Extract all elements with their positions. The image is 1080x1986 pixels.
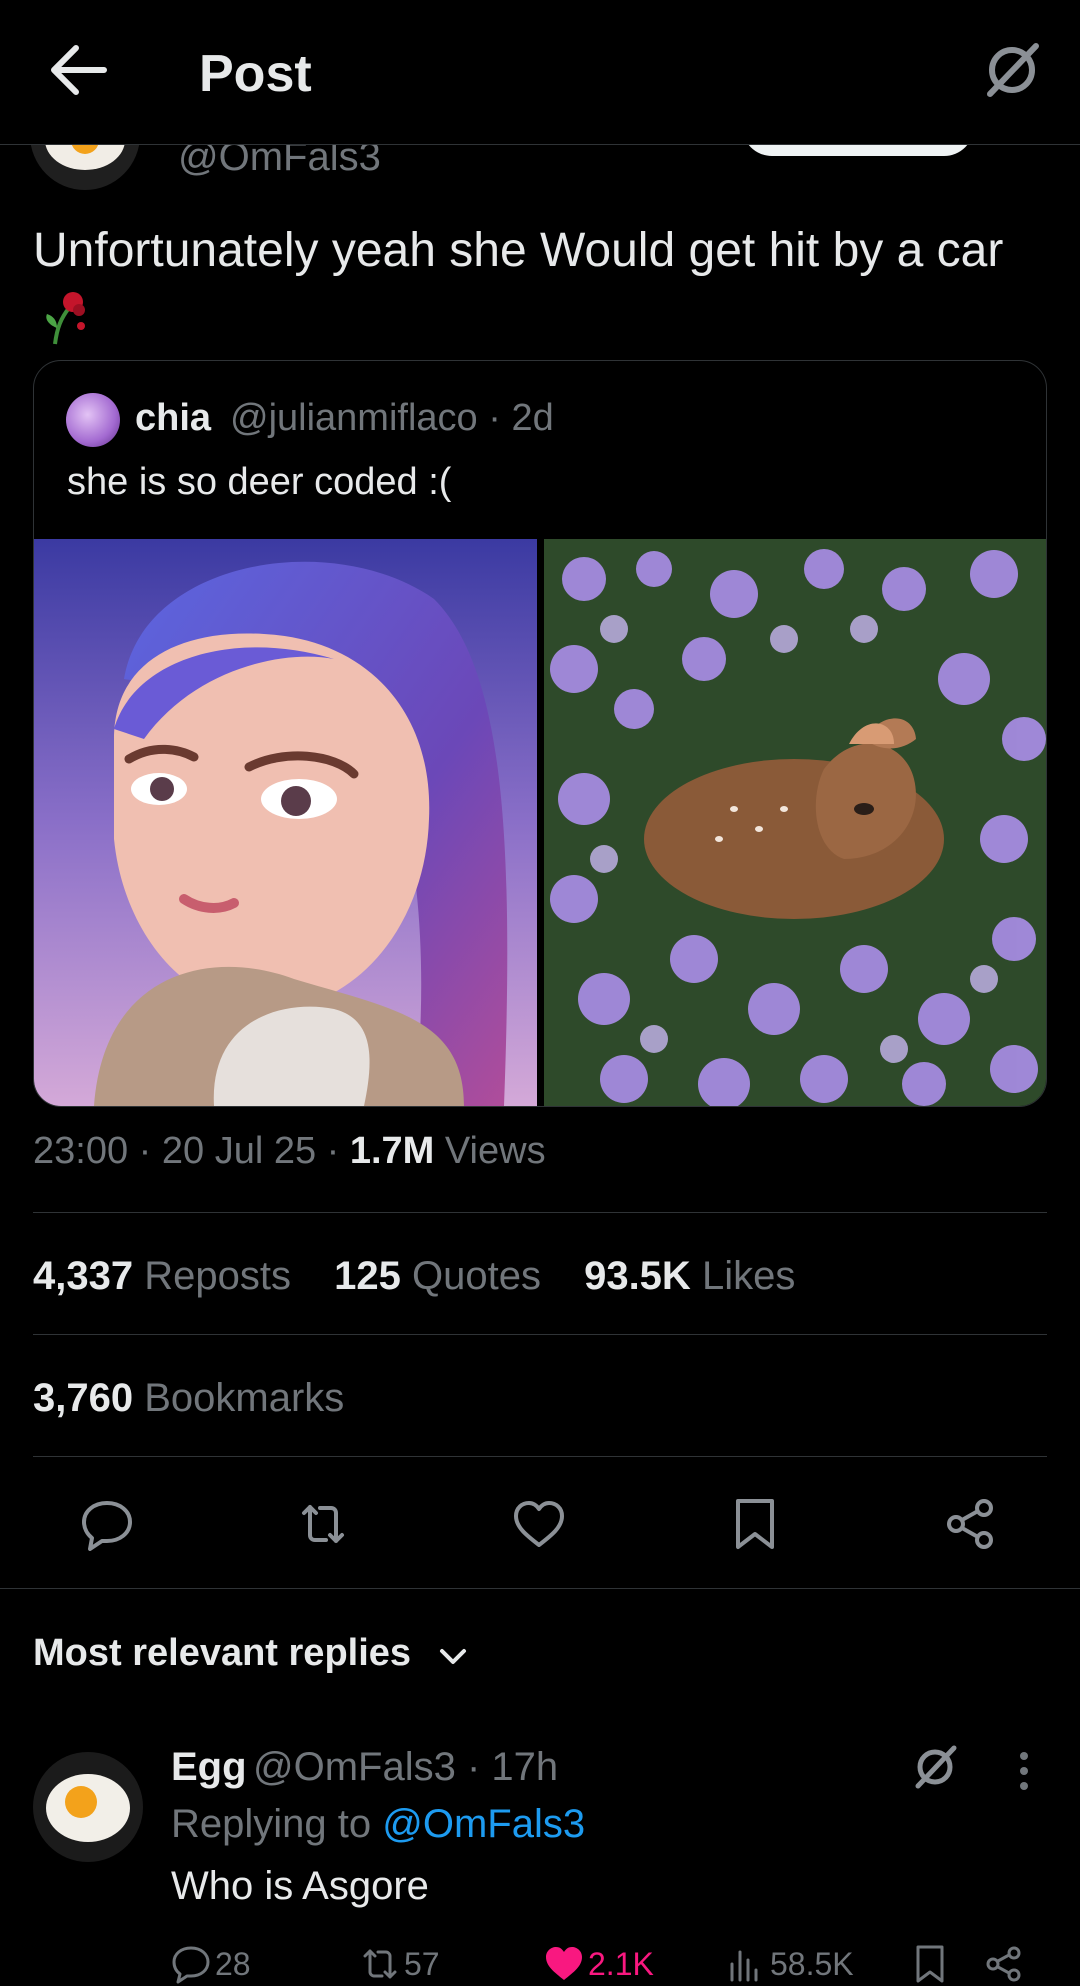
page-title: Post: [199, 45, 312, 103]
quoted-handle-time: @julianmiflaco · 2d: [230, 397, 554, 439]
grok-icon[interactable]: [980, 38, 1044, 102]
quoted-post[interactable]: chia @julianmiflaco · 2d she is so deer …: [33, 360, 1047, 1107]
divider: [0, 1588, 1080, 1589]
bookmarks-count: 3,760: [33, 1376, 134, 1420]
replies-sort-label[interactable]: Most relevant replies: [33, 1632, 411, 1675]
reply-text: Who is Asgore: [171, 1864, 429, 1908]
share-icon[interactable]: [944, 1497, 998, 1551]
bookmark-icon[interactable]: [728, 1497, 782, 1551]
replying-to: Replying to @OmFals3: [171, 1802, 585, 1847]
likes-stat[interactable]: 93.5K Likes: [584, 1254, 795, 1298]
reposts-count: 4,337: [33, 1254, 134, 1298]
divider: [33, 1456, 1047, 1457]
reply-like-count: 2.1K: [588, 1945, 654, 1982]
more-options-icon[interactable]: [1014, 1748, 1034, 1794]
quoted-name[interactable]: chia: [135, 397, 211, 440]
reposts-label: Reposts: [144, 1254, 291, 1298]
views-count[interactable]: 1.7M: [350, 1130, 434, 1172]
reply-replies-action[interactable]: 28: [171, 1942, 251, 1986]
divider: [33, 1212, 1047, 1213]
tweet-text: Unfortunately yeah she Would get hit by …: [33, 218, 1043, 350]
post-meta: 23:00 · 20 Jul 25 · 1.7M Views: [33, 1130, 546, 1173]
reply-icon[interactable]: [80, 1497, 134, 1551]
reply-repost-count: 57: [404, 1945, 440, 1982]
top-bar: Post: [0, 0, 1080, 145]
grok-icon[interactable]: [910, 1742, 960, 1792]
likes-label: Likes: [701, 1254, 796, 1298]
bookmarks-label: Bookmarks: [144, 1376, 345, 1420]
reply-like-action[interactable]: 2.1K: [544, 1942, 654, 1986]
tweet-text-content: Unfortunately yeah she Would get hit by …: [33, 224, 1004, 277]
reply-views-count: 58.5K: [770, 1945, 854, 1982]
reply-bookmark-action[interactable]: [910, 1942, 954, 1986]
bookmark-icon: [916, 1945, 944, 1983]
post-timestamp: 23:00 · 20 Jul 25 ·: [33, 1130, 350, 1172]
repost-icon[interactable]: [296, 1497, 350, 1551]
wilted-rose-emoji: [39, 288, 89, 346]
quoted-image-fawn[interactable]: [544, 539, 1046, 1106]
reply-avatar[interactable]: [33, 1752, 143, 1862]
views-icon: [730, 1950, 758, 1982]
reposts-stat[interactable]: 4,337 Reposts: [33, 1254, 291, 1298]
likes-count: 93.5K: [584, 1254, 691, 1298]
reply-share-action[interactable]: [984, 1942, 1028, 1986]
reply-repost-action[interactable]: 57: [360, 1942, 440, 1986]
engagement-stats: 4,337 Reposts 125 Quotes 93.5K Likes: [33, 1254, 827, 1299]
like-filled-icon: [546, 1947, 582, 1980]
bookmarks-stat[interactable]: 3,760 Bookmarks: [33, 1376, 344, 1420]
repost-icon: [363, 1949, 397, 1979]
bookmarks-stats: 3,760 Bookmarks: [33, 1376, 376, 1421]
quoted-avatar[interactable]: [66, 393, 120, 447]
chevron-down-icon[interactable]: [438, 1645, 468, 1669]
reply-handle-time: @OmFals3 · 17h: [253, 1745, 559, 1789]
reply-views-action[interactable]: 58.5K: [726, 1942, 854, 1986]
replying-to-prefix: Replying to: [171, 1802, 383, 1846]
quotes-label: Quotes: [411, 1254, 541, 1298]
quotes-count: 125: [334, 1254, 401, 1298]
share-icon: [986, 1946, 1021, 1982]
like-icon[interactable]: [512, 1497, 566, 1551]
quotes-stat[interactable]: 125 Quotes: [334, 1254, 541, 1298]
quoted-image-character[interactable]: [34, 539, 537, 1106]
replying-to-handle[interactable]: @OmFals3: [382, 1802, 585, 1846]
divider: [33, 1334, 1047, 1335]
reply-icon: [172, 1946, 210, 1984]
back-arrow-icon[interactable]: [48, 44, 108, 96]
quoted-text: she is so deer coded :(: [67, 461, 452, 503]
reply-author-name[interactable]: Egg: [171, 1745, 247, 1790]
reply-replies-count: 28: [215, 1945, 251, 1982]
views-label: Views: [434, 1130, 546, 1172]
